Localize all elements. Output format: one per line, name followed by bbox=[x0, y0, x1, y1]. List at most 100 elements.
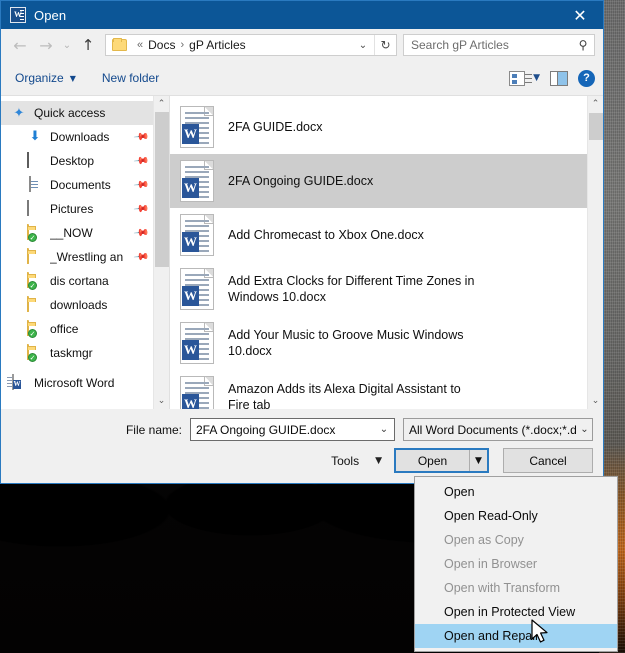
back-button[interactable]: ← bbox=[7, 32, 33, 58]
breadcrumb-prefix: « bbox=[137, 39, 144, 51]
cancel-button[interactable]: Cancel bbox=[503, 448, 593, 473]
sidebar-item-downloads[interactable]: ⬇ Downloads 📌 bbox=[1, 125, 153, 149]
window-title: Open bbox=[34, 7, 67, 23]
view-icon-lines bbox=[525, 73, 533, 85]
sidebar-item-pictures[interactable]: Pictures 📌 bbox=[1, 197, 153, 221]
title-bar: W Open ✕ bbox=[1, 1, 603, 29]
sidebar-item-desktop[interactable]: Desktop 📌 bbox=[1, 149, 153, 173]
file-name-label: Add Extra Clocks for Different Time Zone… bbox=[228, 274, 475, 304]
pin-icon[interactable]: 📌 bbox=[132, 129, 149, 145]
preview-pane-right bbox=[558, 71, 567, 85]
preview-pane-icon[interactable] bbox=[550, 70, 568, 86]
preview-pane-left bbox=[551, 71, 558, 85]
file-list-scrollbar[interactable]: ⌃ ⌄ bbox=[587, 96, 603, 409]
scroll-up-icon[interactable]: ⌃ bbox=[154, 96, 169, 112]
search-input[interactable]: Search gP Articles ⚲ bbox=[403, 34, 595, 56]
file-list-item[interactable]: W Add Extra Clocks for Different Time Zo… bbox=[170, 262, 587, 316]
pin-icon[interactable]: 📌 bbox=[132, 201, 149, 217]
file-name-label: Add Chromecast to Xbox One.docx bbox=[228, 228, 424, 242]
word-document-icon: W bbox=[10, 7, 26, 23]
tools-button[interactable]: Tools ▼ bbox=[331, 454, 382, 468]
pin-icon[interactable]: 📌 bbox=[132, 225, 149, 241]
open-file-dialog: W Open ✕ ← → ⌄ ↑ « Docs › gP Articles ⌄ … bbox=[0, 0, 604, 484]
breadcrumb-separator: › bbox=[180, 39, 185, 51]
documents-icon bbox=[27, 176, 43, 193]
sidebar-item-downloads-folder[interactable]: downloads bbox=[1, 293, 153, 317]
chevron-down-icon: ▼ bbox=[69, 73, 76, 83]
toolbar-right-group: ▼ ? bbox=[509, 69, 595, 87]
view-options-icon[interactable] bbox=[509, 70, 533, 86]
file-list-item[interactable]: W Amazon Adds its Alexa Digital Assistan… bbox=[170, 370, 587, 409]
scroll-down-icon[interactable]: ⌄ bbox=[154, 393, 169, 409]
up-button[interactable]: ↑ bbox=[75, 32, 101, 58]
word-icon-lines bbox=[20, 10, 24, 21]
help-icon[interactable]: ? bbox=[578, 69, 595, 87]
folder-icon bbox=[27, 296, 43, 313]
file-name-label: Add Your Music to Groove Music Windows 1… bbox=[228, 328, 464, 358]
chevron-down-icon[interactable]: ▼ bbox=[533, 73, 540, 83]
refresh-icon[interactable]: ↻ bbox=[374, 35, 396, 55]
dialog-body: ✦ Quick access ⬇ Downloads 📌 Desktop 📌 D… bbox=[1, 95, 603, 409]
folder-synced-icon: ✓ bbox=[27, 224, 43, 242]
folder-synced-icon: ✓ bbox=[27, 272, 43, 290]
chevron-down-icon[interactable]: ⌄ bbox=[374, 424, 394, 435]
sidebar-item-quick-access[interactable]: ✦ Quick access bbox=[1, 101, 153, 125]
word-document-icon: W bbox=[180, 322, 214, 364]
filename-row: File name: 2FA Ongoing GUIDE.docx ⌄ All … bbox=[11, 418, 593, 441]
search-placeholder: Search gP Articles bbox=[411, 38, 509, 52]
tools-label: Tools bbox=[331, 453, 360, 468]
open-dropdown-arrow-icon[interactable]: ▼ bbox=[469, 450, 487, 471]
sidebar-item-office[interactable]: ✓ office bbox=[1, 317, 153, 341]
sidebar-item-taskmgr[interactable]: ✓ taskmgr bbox=[1, 341, 153, 365]
menu-item-open-in-protected-view[interactable]: Open in Protected View bbox=[415, 600, 617, 624]
forward-button[interactable]: → bbox=[33, 32, 59, 58]
pin-icon[interactable]: 📌 bbox=[132, 177, 149, 193]
new-folder-button[interactable]: New folder bbox=[102, 71, 159, 85]
navigation-bar: ← → ⌄ ↑ « Docs › gP Articles ⌄ ↻ Search … bbox=[1, 29, 603, 61]
folder-synced-icon: ✓ bbox=[27, 344, 43, 362]
word-document-icon: W bbox=[180, 106, 214, 148]
pin-icon[interactable]: 📌 bbox=[132, 153, 149, 169]
star-pin-icon: ✦ bbox=[13, 105, 25, 120]
filetype-select[interactable]: All Word Documents (*.docx;*.d ⌄ bbox=[403, 418, 593, 441]
sidebar-item-microsoft-word[interactable]: Microsoft Word bbox=[1, 371, 153, 395]
sidebar-item-label: Documents bbox=[50, 178, 111, 192]
open-split-button[interactable]: Open ▼ bbox=[394, 448, 489, 473]
scroll-up-icon[interactable]: ⌃ bbox=[588, 96, 603, 112]
breadcrumb-item-gp-articles[interactable]: gP Articles bbox=[189, 38, 245, 52]
sidebar-item-documents[interactable]: Documents 📌 bbox=[1, 173, 153, 197]
open-button[interactable]: Open bbox=[396, 454, 469, 468]
scroll-down-icon[interactable]: ⌄ bbox=[588, 393, 603, 409]
close-icon[interactable]: ✕ bbox=[557, 1, 603, 29]
chevron-down-icon[interactable]: ⌄ bbox=[352, 40, 374, 51]
pin-icon[interactable]: 📌 bbox=[132, 249, 149, 265]
sidebar-item-now[interactable]: ✓ __NOW 📌 bbox=[1, 221, 153, 245]
file-name-label: 2FA Ongoing GUIDE.docx bbox=[228, 174, 374, 188]
filename-input[interactable]: 2FA Ongoing GUIDE.docx ⌄ bbox=[190, 418, 395, 441]
file-list-item[interactable]: W 2FA GUIDE.docx bbox=[170, 100, 587, 154]
sidebar-item-dis-cortana[interactable]: ✓ dis cortana bbox=[1, 269, 153, 293]
menu-item-open-and-repair[interactable]: Open and Repair bbox=[415, 624, 617, 648]
scrollbar-thumb[interactable] bbox=[589, 113, 603, 140]
mouse-cursor bbox=[531, 619, 548, 643]
sidebar-item-label: downloads bbox=[50, 298, 108, 312]
sidebar-scrollbar[interactable]: ⌃ ⌄ bbox=[153, 96, 169, 409]
file-list-item[interactable]: W Add Chromecast to Xbox One.docx bbox=[170, 208, 587, 262]
file-list-item[interactable]: W 2FA Ongoing GUIDE.docx bbox=[170, 154, 587, 208]
sidebar-item-label: Pictures bbox=[50, 202, 94, 216]
sidebar-item-label: __NOW bbox=[50, 226, 93, 240]
breadcrumb-item-docs[interactable]: Docs bbox=[148, 38, 175, 52]
sidebar-item-wrestling[interactable]: _Wrestling an 📌 bbox=[1, 245, 153, 269]
menu-item-open-read-only[interactable]: Open Read-Only bbox=[415, 504, 617, 528]
pictures-icon bbox=[27, 200, 43, 217]
action-row: Tools ▼ Open ▼ Cancel bbox=[11, 448, 593, 473]
recent-locations-button[interactable]: ⌄ bbox=[59, 32, 75, 58]
command-toolbar: Organize ▼ New folder ▼ ? bbox=[1, 61, 603, 95]
organize-button[interactable]: Organize ▼ bbox=[15, 71, 76, 85]
scrollbar-thumb[interactable] bbox=[155, 112, 169, 267]
menu-item-open[interactable]: Open bbox=[415, 480, 617, 504]
sidebar-item-label: Quick access bbox=[34, 106, 106, 120]
file-list-item[interactable]: W Add Your Music to Groove Music Windows… bbox=[170, 316, 587, 370]
address-bar[interactable]: « Docs › gP Articles ⌄ ↻ bbox=[105, 34, 397, 56]
word-document-icon: W bbox=[180, 376, 214, 409]
